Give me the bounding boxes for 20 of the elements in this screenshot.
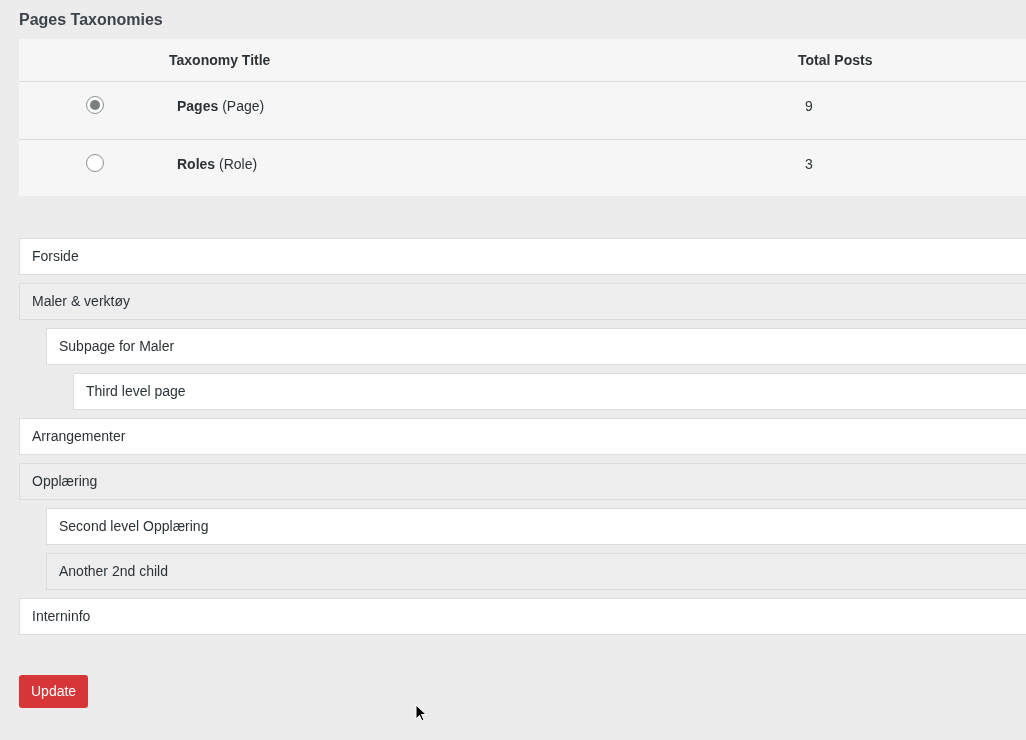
page-item[interactable]: Opplæring (19, 463, 1026, 501)
table-cell-text: Roles (Role) (176, 155, 259, 175)
column-header: Taxonomy Title (169, 50, 272, 70)
section-title: Pages Taxonomies (19, 10, 164, 30)
page-item[interactable]: Third level page (73, 373, 1026, 411)
update-button[interactable]: Update (19, 675, 89, 709)
column-header: Total Posts (798, 50, 873, 70)
radio-button[interactable] (86, 96, 104, 115)
table-cell-text: 9 (804, 97, 813, 117)
page-item[interactable]: Second level Opplæring (46, 508, 1026, 546)
page-item[interactable]: Maler & verktøy (19, 283, 1026, 321)
page-item[interactable]: Forside (19, 238, 1026, 276)
cursor-icon (415, 704, 427, 722)
page-item[interactable]: Interninfo (19, 598, 1026, 636)
table-cell-text: 3 (804, 155, 813, 175)
radio-button[interactable] (86, 154, 104, 173)
page-item[interactable]: Another 2nd child (46, 553, 1026, 591)
page-item[interactable]: Arrangementer (19, 418, 1026, 456)
page-item[interactable]: Subpage for Maler (46, 328, 1026, 366)
table-cell-text: Pages (Page) (176, 97, 266, 117)
